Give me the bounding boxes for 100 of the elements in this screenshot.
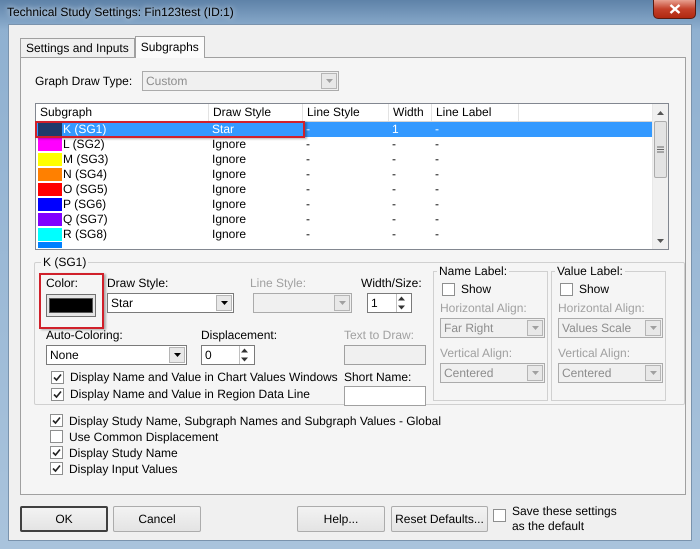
- list-row[interactable]: P (SG6) Ignore - - -: [36, 197, 652, 212]
- field-label: Horizontal Align:: [558, 301, 646, 315]
- checkbox[interactable]: [560, 282, 573, 296]
- list-row[interactable]: L (SG2) Ignore - - -: [36, 137, 652, 152]
- subgraph-name: R (SG8): [63, 227, 108, 242]
- caret-down-icon: [172, 351, 182, 359]
- table-cell-text: -: [391, 197, 397, 212]
- table-cell-text: -: [305, 197, 311, 212]
- checkbox[interactable]: [50, 446, 63, 459]
- list-row[interactable]: N (SG4) Ignore - - -: [36, 167, 652, 182]
- column-header[interactable]: Draw Style: [209, 104, 303, 121]
- color-swatch: [49, 298, 93, 313]
- window-title: Technical Study Settings: Fin123test (ID:1): [7, 5, 234, 19]
- field-label: Horizontal Align:: [440, 301, 528, 315]
- scrollbar[interactable]: [652, 104, 668, 249]
- table-cell-text: -: [305, 152, 311, 167]
- dialog-button[interactable]: Cancel: [113, 506, 201, 532]
- table-cell-text: Ignore: [211, 212, 248, 227]
- group-title: Value Label:: [555, 264, 625, 278]
- field-label: Draw Style:: [107, 276, 170, 292]
- draw-style-dropdown[interactable]: Star: [107, 293, 234, 313]
- field-label: Displacement:: [201, 328, 278, 344]
- table-cell-text: -: [434, 212, 440, 227]
- subgraph-name: P (SG6): [63, 197, 106, 212]
- table-cell-text: -: [305, 122, 311, 137]
- dialog-button[interactable]: Reset Defaults...: [391, 506, 488, 532]
- field-label: Width/Size:: [361, 276, 423, 292]
- checkbox[interactable]: [442, 282, 455, 296]
- list-row[interactable]: M (SG3) Ignore - - -: [36, 152, 652, 167]
- table-cell-text: -: [434, 182, 440, 197]
- list-row[interactable]: Q (SG7) Ignore - - -: [36, 212, 652, 227]
- checkbox[interactable]: [51, 370, 64, 384]
- table-cell-text: -: [434, 227, 440, 242]
- group-title: K (SG1): [41, 255, 88, 269]
- caret-down-icon: [530, 369, 540, 377]
- column-header[interactable]: Width: [389, 104, 432, 121]
- checkmark-icon: [52, 416, 61, 425]
- subgraph-name: N (SG4): [63, 167, 108, 182]
- table-cell-text: -: [305, 212, 311, 227]
- table-cell-text: -: [391, 167, 397, 182]
- table-cell-text: Ignore: [211, 197, 248, 212]
- field-label: Auto-Coloring:: [46, 328, 124, 344]
- table-cell-text: -: [305, 227, 311, 242]
- width-spinner[interactable]: 1: [367, 293, 412, 313]
- checkbox[interactable]: [50, 430, 63, 443]
- field-label: Color:: [46, 276, 80, 292]
- table-cell-text: -: [305, 182, 311, 197]
- tab[interactable]: Subgraphs: [134, 36, 205, 58]
- caret-up-icon: [656, 108, 665, 116]
- checkbox-label: Display Study Name: [69, 446, 178, 460]
- dialog-button[interactable]: OK: [20, 506, 108, 532]
- checkbox[interactable]: [493, 509, 506, 522]
- list-row[interactable]: O (SG5) Ignore - - -: [36, 182, 652, 197]
- checkbox-label: Display Input Values: [69, 462, 178, 476]
- grip-icon: [657, 146, 664, 153]
- caret-up-icon: [397, 294, 406, 303]
- caret-down-icon: [656, 236, 665, 244]
- table-cell-text: -: [391, 182, 397, 197]
- caret-down-icon: [530, 324, 540, 332]
- table-cell-text: Star: [211, 122, 236, 137]
- table-cell-text: Ignore: [211, 152, 248, 167]
- table-cell-text: -: [391, 227, 397, 242]
- table-cell-text: Ignore: [211, 167, 248, 182]
- close-button[interactable]: [653, 0, 696, 19]
- checkbox[interactable]: [50, 414, 63, 427]
- table-cell-text: Ignore: [211, 227, 248, 242]
- field-label: Vertical Align:: [440, 346, 514, 360]
- short-name-field[interactable]: [344, 386, 426, 406]
- field-label: Graph Draw Type:: [35, 74, 134, 88]
- caret-down-icon: [648, 324, 658, 332]
- highlight-frame: [39, 273, 104, 329]
- table-cell-text: -: [305, 137, 311, 152]
- checkbox[interactable]: [51, 388, 64, 400]
- field-label: Vertical Align:: [558, 346, 632, 360]
- checkbox-label: Show: [579, 282, 610, 296]
- color-button[interactable]: [46, 294, 96, 317]
- checkbox-label: Use Common Displacement: [69, 430, 218, 444]
- column-header[interactable]: Subgraph: [36, 104, 209, 121]
- table-cell-text: Ignore: [211, 182, 248, 197]
- caret-down-icon: [648, 369, 658, 377]
- subgraph-name: L (SG2): [63, 137, 105, 152]
- subgraph-name: O (SG5): [63, 182, 108, 197]
- close-icon: [668, 4, 680, 14]
- column-header[interactable]: Line Label: [432, 104, 519, 121]
- column-header[interactable]: Line Style: [303, 104, 389, 121]
- table-cell-text: -: [391, 212, 397, 227]
- checkbox-label: Show: [461, 282, 492, 296]
- caret-down-icon: [397, 303, 406, 312]
- displacement-spinner[interactable]: 0: [201, 345, 255, 365]
- caret-down-icon: [324, 77, 334, 85]
- auto-coloring-dropdown[interactable]: None: [46, 345, 187, 365]
- dialog-button[interactable]: Help...: [297, 506, 385, 532]
- list-row[interactable]: R (SG8) Ignore - - -: [36, 227, 652, 242]
- group-title: Name Label:: [437, 264, 510, 278]
- table-cell-text: -: [434, 137, 440, 152]
- table-cell-text: -: [434, 167, 440, 182]
- checkbox-label: Display Study Name, Subgraph Names and Subgraph Values - Global: [69, 414, 441, 428]
- tab[interactable]: Settings and Inputs: [20, 38, 135, 57]
- checkbox[interactable]: [50, 462, 63, 475]
- table-cell-text: -: [434, 122, 440, 137]
